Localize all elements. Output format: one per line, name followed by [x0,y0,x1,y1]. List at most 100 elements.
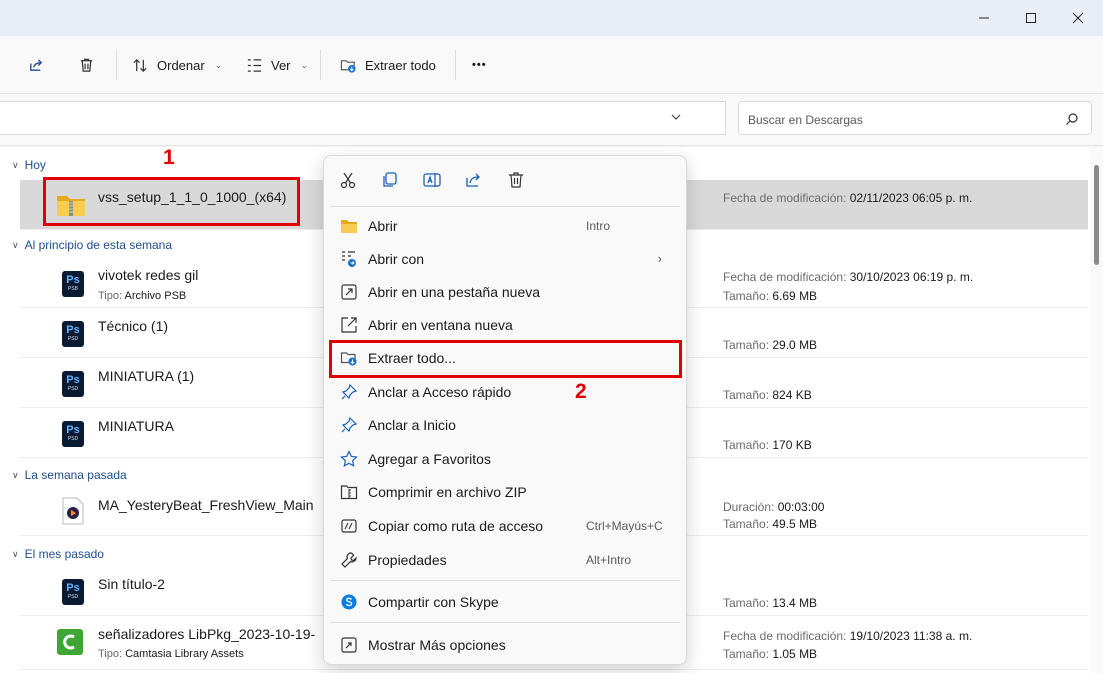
group-header-this-week[interactable]: ∨ Al principio de esta semana [12,238,172,252]
vertical-scrollbar[interactable] [1090,147,1103,673]
file-size: Tamaño: 13.4 MB [723,596,818,610]
group-header-today[interactable]: ∨ Hoy [12,158,46,172]
cut-icon[interactable] [338,170,358,190]
menu-item-shortcut: Ctrl+Mayús+C [586,519,663,533]
title-bar [0,0,1103,36]
search-icon[interactable] [1065,112,1079,126]
minimize-icon [979,17,989,19]
chevron-right-icon: › [657,251,662,266]
menu-item-label: Abrir en ventana nueva [368,317,513,333]
new-tab-icon [341,284,357,300]
search-placeholder: Buscar en Descargas [748,113,863,127]
menu-item-shortcut: Intro [586,219,611,233]
menu-item-label: Comprimir en archivo ZIP [368,484,527,500]
group-header-last-month[interactable]: ∨ El mes pasado [12,547,104,561]
sort-icon [133,58,147,72]
rename-icon[interactable] [422,170,442,190]
annotation-step-2: 2 [575,380,587,403]
file-meta: Fecha de modificación: 30/10/2023 06:19 … [723,270,974,284]
photoshop-file-icon: Ps PSD [62,321,84,347]
menu-item-pin-start[interactable]: Anclar a Inicio [330,409,680,441]
maximize-icon [1026,13,1036,23]
trash-icon [80,58,93,72]
file-type: Tipo: Archivo PSB [98,290,187,302]
file-name: Técnico (1) [98,318,169,334]
file-type: Tipo: Camtasia Library Assets [98,648,244,660]
group-header-last-week[interactable]: ∨ La semana pasada [12,468,127,482]
share-button[interactable] [28,50,45,80]
menu-item-label: Propiedades [368,552,447,568]
copy-icon[interactable] [380,170,400,190]
zip-icon [340,485,358,500]
trash-icon[interactable] [506,170,526,190]
more-options-icon [341,637,357,653]
minimize-button[interactable] [961,0,1007,36]
menu-item-add-favorites[interactable]: Agregar a Favoritos [330,443,680,475]
menu-item-copy-path[interactable]: Copiar como ruta de acceso Ctrl+Mayús+C [330,510,680,542]
delete-button[interactable] [78,50,95,80]
search-box[interactable]: Buscar en Descargas [738,101,1092,135]
chevron-down-icon: ∨ [12,469,19,480]
menu-item-label: Copiar como ruta de acceso [368,518,544,534]
photoshop-file-icon: Ps PSB [62,271,84,297]
group-label: El mes pasado [24,547,104,561]
skype-icon [341,594,357,610]
file-meta: Fecha de modificación: 19/10/2023 11:38 … [723,629,973,643]
menu-item-open[interactable]: Abrir Intro [330,210,680,242]
folder-icon [341,220,357,233]
file-duration: Duración: 00:03:00 [723,500,825,514]
file-name: Sin título-2 [98,576,165,592]
view-label: Ver [271,57,291,73]
file-size: Tamaño: 1.05 MB [723,647,818,661]
menu-item-label: Mostrar Más opciones [368,637,506,653]
menu-item-show-more-options[interactable]: Mostrar Más opciones [330,629,680,661]
chevron-down-icon: ⌄ [300,59,309,70]
file-name: MINIATURA (1) [98,368,195,384]
menu-item-label: Compartir con Skype [368,594,499,610]
close-icon [1072,12,1084,24]
menu-item-open-new-tab[interactable]: Abrir en una pestaña nueva [330,276,680,308]
annotation-step-1: 1 [163,146,175,169]
menu-item-shortcut: Alt+Intro [586,553,632,567]
menu-item-pin-quick-access[interactable]: Anclar a Acceso rápido [330,376,680,408]
more-options-button[interactable]: ••• [472,50,487,80]
menu-item-share-skype[interactable]: Compartir con Skype [330,586,680,618]
copy-path-icon [341,519,357,533]
menu-item-properties[interactable]: Propiedades Alt+Intro [330,544,680,576]
maximize-button[interactable] [1008,0,1054,36]
more-icon: ••• [472,59,487,71]
view-button[interactable]: Ver ⌄ [246,50,308,80]
menu-item-open-new-window[interactable]: Abrir en ventana nueva [330,309,680,341]
command-bar: Ordenar ⌄ Ver ⌄ Extraer todo ••• [0,36,1103,94]
group-label: Al principio de esta semana [24,238,173,252]
menu-item-label: Abrir con [368,251,425,267]
close-button[interactable] [1055,0,1101,36]
address-bar[interactable] [0,101,753,135]
star-icon [340,450,358,467]
photoshop-file-icon: Ps PSD [62,579,84,605]
toolbar-separator [116,50,117,80]
open-with-icon [342,251,356,267]
sort-button[interactable]: Ordenar ⌄ [132,50,222,80]
pin-icon [341,416,358,433]
address-row: Buscar en Descargas [0,94,1103,146]
file-size: Tamaño: 170 KB [723,438,812,452]
share-icon [30,58,43,71]
file-size: Tamaño: 6.69 MB [723,289,818,303]
highlight-box-extract-all [329,340,682,378]
share-icon[interactable] [464,170,484,190]
extract-all-label: Extraer todo [365,57,436,73]
menu-item-label: Abrir en una pestaña nueva [368,284,541,300]
chevron-down-icon[interactable] [669,110,683,124]
menu-separator [330,580,680,581]
extract-all-button[interactable]: Extraer todo [340,50,436,80]
scrollbar-thumb[interactable] [1094,165,1099,265]
chevron-down-icon: ∨ [12,239,19,250]
file-size: Tamaño: 824 KB [723,388,812,402]
pin-icon [341,383,358,400]
menu-item-label: Anclar a Acceso rápido [368,384,512,400]
menu-item-label: Abrir [368,218,398,234]
menu-item-open-with[interactable]: Abrir con › [330,243,680,275]
menu-item-compress-zip[interactable]: Comprimir en archivo ZIP [330,476,680,508]
file-size: Tamaño: 49.5 MB [723,517,818,531]
